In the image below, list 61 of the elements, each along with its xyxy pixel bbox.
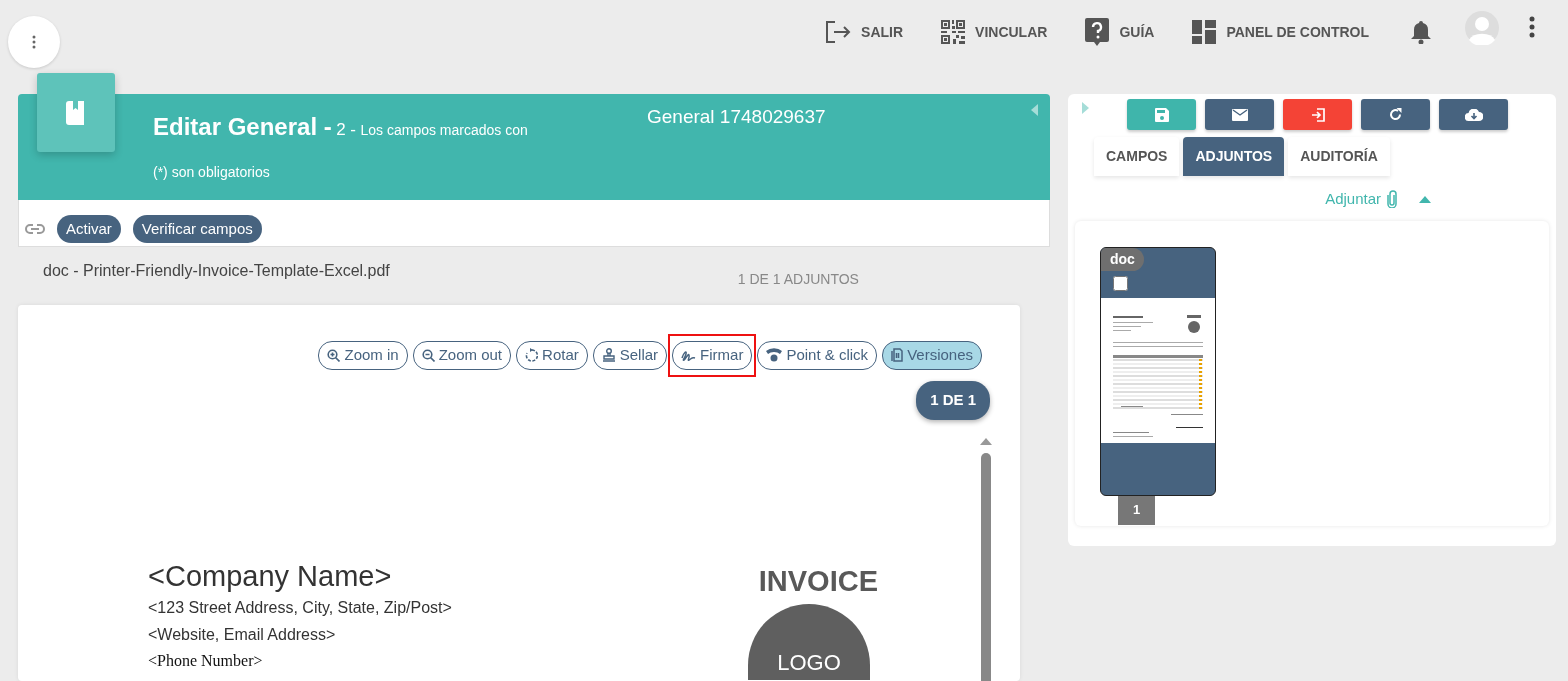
save-icon (1154, 107, 1169, 122)
signature-icon (681, 348, 697, 362)
tool-button[interactable]: Zoom in (318, 341, 408, 370)
exit-icon (825, 20, 852, 44)
more-icon[interactable] (1529, 16, 1535, 38)
action-button[interactable]: Verificar campos (132, 214, 262, 244)
page-number: 1 (1118, 495, 1155, 525)
collapse-icon[interactable] (1419, 195, 1431, 203)
page-indicator: 1 DE 1 (916, 381, 990, 420)
company-name: <Company Name> (148, 560, 392, 594)
tab[interactable]: AUDITORÍA (1288, 137, 1390, 176)
tool-button[interactable]: Zoom out (412, 341, 512, 370)
attachment-thumbnail[interactable]: doc (1100, 246, 1216, 496)
action-button[interactable]: Activar (57, 214, 121, 244)
tool-button[interactable]: Firmar (672, 341, 753, 370)
file-name: doc - Printer-Friendly-Invoice-Template-Excel.pdf (43, 261, 390, 281)
thumbnail-label: doc (1101, 247, 1144, 271)
toolbar-button[interactable] (1361, 99, 1430, 130)
pointer-icon (766, 348, 783, 363)
menu-link[interactable]: VINCULAR (941, 20, 1048, 44)
attachment-counter: 1 DE 1 ADJUNTOS (737, 269, 859, 289)
menu-link[interactable]: GUÍA (1085, 18, 1155, 46)
form-heading: Editar General - 2 - Los campos marcados con (*) son obligatorios (153, 112, 529, 182)
refresh-icon (1389, 108, 1402, 121)
tool-button[interactable]: Point & click (757, 341, 878, 370)
rotate-icon (525, 348, 539, 363)
book-icon (66, 100, 86, 125)
mail-icon (1231, 108, 1248, 121)
file-copy-icon (891, 348, 904, 363)
link-icon[interactable] (25, 224, 45, 234)
enter-icon (1310, 107, 1325, 122)
phone-text: <Phone Number> (148, 651, 263, 672)
tab[interactable]: ADJUNTOS (1183, 137, 1285, 176)
collapse-icon[interactable] (1031, 104, 1038, 116)
notification-icon[interactable] (1411, 20, 1431, 44)
invoice-title: INVOICE (758, 564, 878, 599)
expand-icon[interactable] (1082, 102, 1089, 114)
select-checkbox[interactable] (1113, 275, 1128, 291)
scrollbar[interactable] (980, 436, 990, 681)
tool-button[interactable]: Sellar (592, 341, 668, 370)
zoom-in-icon (327, 348, 341, 362)
address-text: <123 Street Address, City, State, Zip/Post> (148, 598, 452, 619)
more-icon (32, 35, 36, 49)
tool-button[interactable]: Rotar (516, 341, 588, 370)
stamp-icon (601, 348, 616, 363)
tab[interactable]: CAMPOS (1094, 137, 1180, 176)
menu-link[interactable]: PANEL DE CONTROL (1192, 20, 1369, 44)
help-icon (1085, 18, 1110, 46)
zoom-out-icon (421, 348, 435, 362)
tool-button[interactable]: Versiones (882, 341, 982, 370)
website-text: <Website, Email Address> (148, 625, 336, 646)
cloud-download-icon (1464, 108, 1483, 121)
record-name: General 1748029637 (647, 105, 826, 129)
paperclip-icon (1387, 190, 1397, 209)
toolbar-button[interactable] (1205, 99, 1274, 130)
qr-code-icon (941, 20, 966, 44)
logo-text: LOGO (777, 649, 841, 677)
toolbar-button[interactable] (1283, 99, 1352, 130)
dashboard-icon (1192, 20, 1217, 44)
menu-link[interactable]: SALIR (825, 20, 904, 44)
toolbar-button[interactable] (1439, 99, 1508, 130)
